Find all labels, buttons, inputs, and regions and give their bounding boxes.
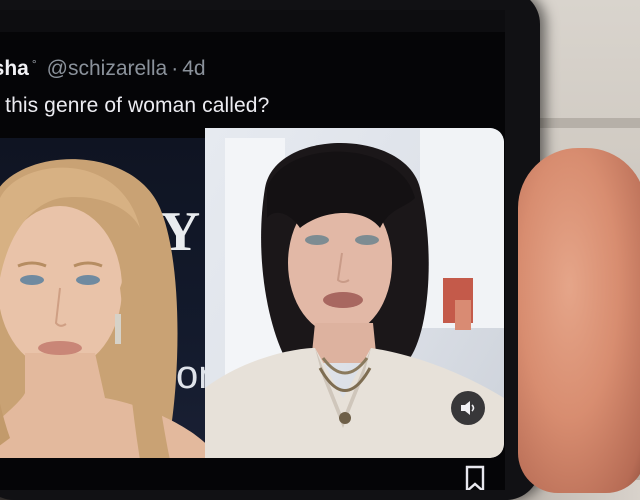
tweet-text: t is this genre of woman called? <box>0 94 270 117</box>
phone-screen: nisha ° @schizarella · 4d t is this genr… <box>0 10 505 490</box>
tweet-header: nisha ° @schizarella · 4d <box>0 54 206 84</box>
media-grid[interactable]: IY on <box>0 128 504 458</box>
timestamp[interactable]: 4d <box>182 57 205 81</box>
mute-button[interactable] <box>451 391 485 425</box>
status-strip <box>0 10 505 32</box>
display-name[interactable]: nisha <box>0 57 29 81</box>
separator: · <box>171 57 179 80</box>
speaker-mute-icon <box>461 401 475 415</box>
media-image-left[interactable]: IY on <box>0 138 218 458</box>
finger <box>518 148 640 493</box>
user-handle[interactable]: @schizarella <box>47 57 168 81</box>
bookmark-button[interactable] <box>462 465 488 490</box>
bookmark-icon <box>465 465 485 490</box>
portrait-blonde-woman: IY on <box>0 159 218 458</box>
phone-body: nisha ° @schizarella · 4d t is this genr… <box>0 0 540 500</box>
badge-icon: ° <box>31 57 37 71</box>
